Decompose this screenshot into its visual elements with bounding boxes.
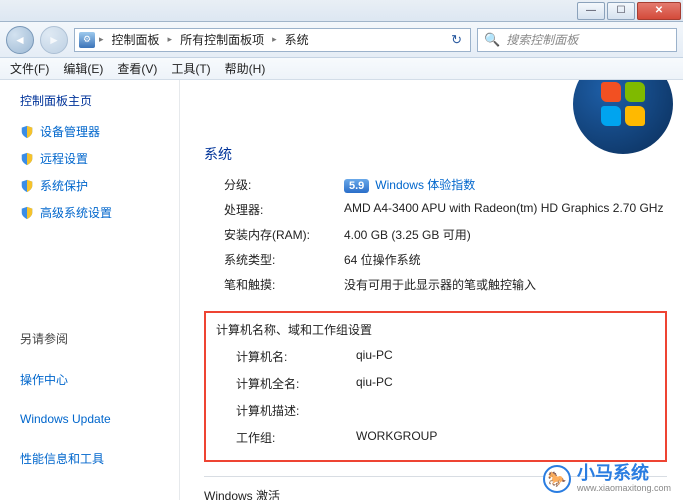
value-fullname: qiu-PC (356, 375, 393, 392)
label-desc: 计算机描述: (216, 402, 356, 419)
watermark-title: 小马系统 (577, 464, 671, 484)
sidebar-item-label: 高级系统设置 (40, 204, 112, 221)
sidebar-item-protection[interactable]: 系统保护 (20, 177, 167, 194)
sidebar-item-advanced[interactable]: 高级系统设置 (20, 204, 167, 221)
label-rating: 分级: (204, 176, 344, 193)
wei-link[interactable]: Windows 体验指数 (375, 178, 475, 192)
seealso-performance[interactable]: 性能信息和工具 (20, 450, 167, 467)
label-pen: 笔和触摸: (204, 276, 344, 293)
maximize-icon: ☐ (617, 6, 626, 16)
maximize-button[interactable]: ☐ (607, 2, 635, 20)
menu-tools[interactable]: 工具(T) (165, 58, 216, 79)
search-input[interactable]: 🔍 搜索控制面板 (477, 28, 677, 52)
value-pen: 没有可用于此显示器的笔或触控输入 (344, 276, 536, 293)
chevron-right-icon: ▸ (99, 34, 104, 45)
label-ram: 安装内存(RAM): (204, 226, 344, 243)
label-systype: 系统类型: (204, 251, 344, 268)
label-workgroup: 工作组: (216, 429, 356, 446)
rating-badge: 5.9 (344, 179, 369, 193)
value-ram: 4.00 GB (3.25 GB 可用) (344, 226, 471, 243)
value-processor: AMD A4-3400 APU with Radeon(tm) HD Graph… (344, 201, 663, 218)
menu-help[interactable]: 帮助(H) (219, 58, 272, 79)
breadcrumb-item[interactable]: 控制面板 (108, 29, 164, 50)
sidebar: 控制面板主页 设备管理器 远程设置 系统保护 高级系统设置 另请参阅 操作中心 … (0, 80, 180, 500)
navigation-bar: ◄ ► ⚙ ▸ 控制面板 ▸ 所有控制面板项 ▸ 系统 ↻ 🔍 搜索控制面板 (0, 22, 683, 58)
arrow-right-icon: ► (48, 33, 60, 47)
nav-back-button[interactable]: ◄ (6, 26, 34, 54)
value-systype: 64 位操作系统 (344, 251, 421, 268)
computer-name-section: 计算机名称、域和工作组设置 计算机名:qiu-PC 计算机全名:qiu-PC 计… (204, 311, 667, 462)
seealso-windows-update[interactable]: Windows Update (20, 412, 167, 426)
chevron-right-icon: ▸ (168, 34, 173, 45)
arrow-left-icon: ◄ (14, 33, 26, 47)
menu-edit[interactable]: 编辑(E) (57, 58, 109, 79)
breadcrumb-item[interactable]: 系统 (281, 29, 313, 50)
breadcrumb-item[interactable]: 所有控制面板项 (176, 29, 268, 50)
close-icon: ✕ (655, 6, 663, 16)
minimize-button[interactable]: — (577, 2, 605, 20)
shield-icon (20, 152, 34, 166)
nav-forward-button[interactable]: ► (40, 26, 68, 54)
chevron-right-icon: ▸ (272, 34, 277, 45)
seealso-action-center[interactable]: 操作中心 (20, 371, 167, 388)
menu-view[interactable]: 查看(V) (111, 58, 163, 79)
close-button[interactable]: ✕ (637, 2, 681, 20)
value-workgroup: WORKGROUP (356, 429, 437, 446)
horse-icon: 🐎 (543, 465, 571, 493)
value-name: qiu-PC (356, 348, 393, 365)
sidebar-item-remote[interactable]: 远程设置 (20, 150, 167, 167)
watermark-url: www.xiaomaxitong.com (577, 484, 671, 494)
search-icon: 🔍 (484, 32, 500, 48)
sidebar-item-label: 远程设置 (40, 150, 88, 167)
minimize-icon: — (586, 6, 596, 16)
shield-icon (20, 206, 34, 220)
system-icon: ⚙ (79, 32, 95, 48)
menu-file[interactable]: 文件(F) (4, 58, 55, 79)
window-titlebar: — ☐ ✕ (0, 0, 683, 22)
label-processor: 处理器: (204, 201, 344, 218)
sidebar-item-label: 系统保护 (40, 177, 88, 194)
search-placeholder: 搜索控制面板 (506, 31, 578, 48)
shield-icon (20, 125, 34, 139)
section-title-computer: 计算机名称、域和工作组设置 (216, 321, 655, 338)
breadcrumb[interactable]: ⚙ ▸ 控制面板 ▸ 所有控制面板项 ▸ 系统 ↻ (74, 28, 471, 52)
seealso-title: 另请参阅 (20, 330, 167, 347)
label-name: 计算机名: (216, 348, 356, 365)
refresh-button[interactable]: ↻ (447, 32, 466, 48)
sidebar-item-label: 设备管理器 (40, 123, 100, 140)
windows-logo (573, 80, 673, 154)
content-pane: 系统 分级: 5.9Windows 体验指数 处理器:AMD A4-3400 A… (180, 80, 683, 500)
shield-icon (20, 179, 34, 193)
sidebar-home-link[interactable]: 控制面板主页 (20, 92, 167, 109)
menu-bar: 文件(F) 编辑(E) 查看(V) 工具(T) 帮助(H) (0, 58, 683, 80)
label-fullname: 计算机全名: (216, 375, 356, 392)
sidebar-item-device-manager[interactable]: 设备管理器 (20, 123, 167, 140)
watermark: 🐎 小马系统 www.xiaomaxitong.com (543, 464, 671, 494)
